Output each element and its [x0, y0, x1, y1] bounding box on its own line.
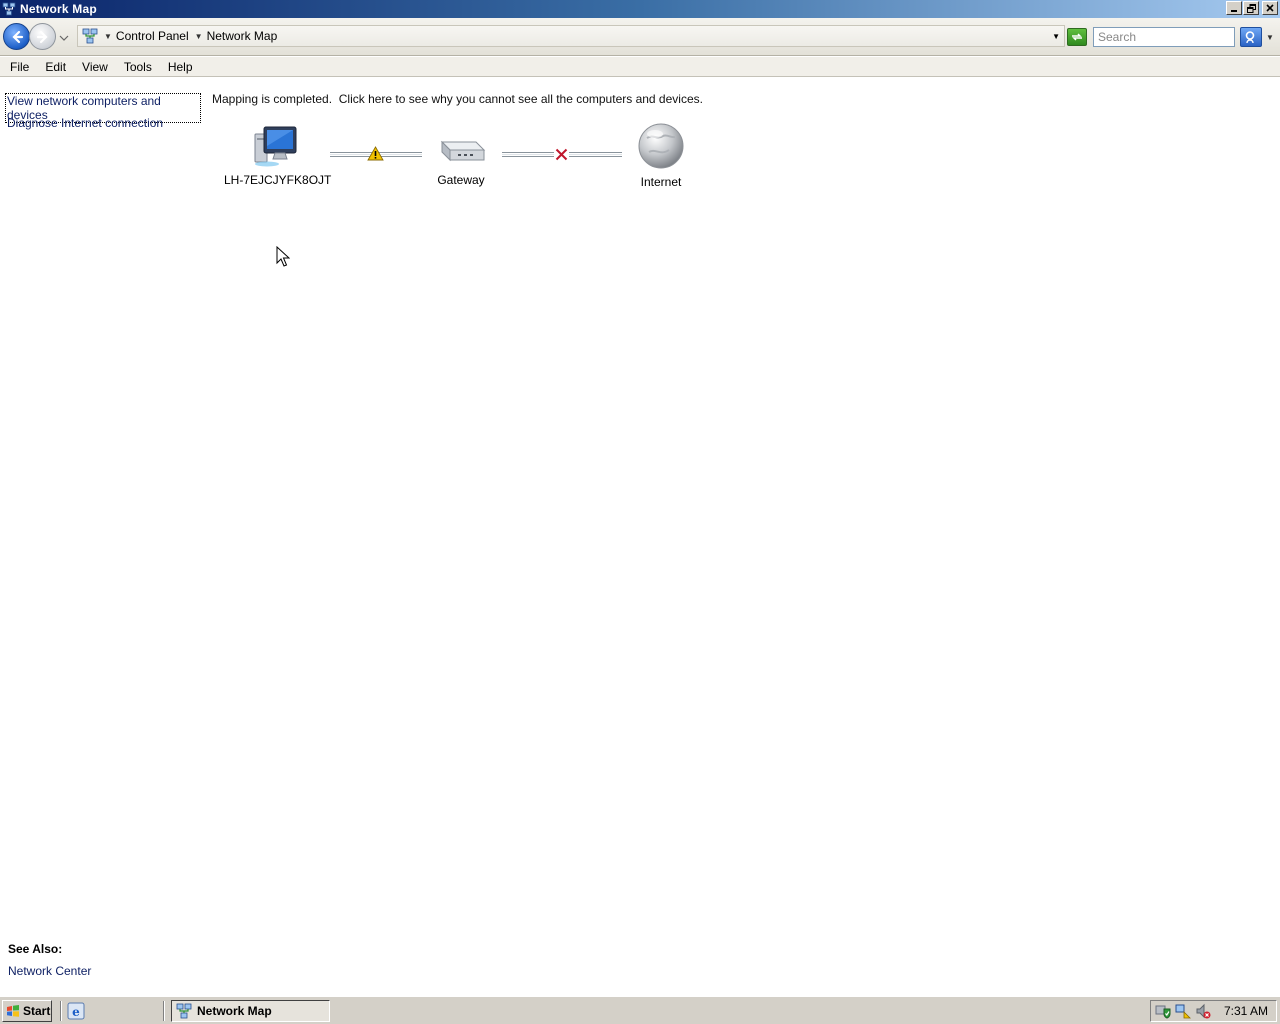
network-warning-tray-icon[interactable] [1175, 1003, 1191, 1019]
security-shield-icon[interactable] [1155, 1003, 1171, 1019]
crumb-separator-icon[interactable]: ▼ [104, 32, 112, 41]
minimize-icon [1231, 10, 1237, 12]
refresh-icon [1072, 33, 1082, 41]
menu-view[interactable]: View [74, 57, 116, 77]
internet-label: Internet [640, 175, 682, 189]
back-button[interactable] [3, 23, 30, 50]
control-panel-icon [82, 28, 98, 44]
map-node-computer[interactable]: LH-7EJCJYFK8OJT [224, 124, 332, 187]
minimize-button[interactable] [1226, 1, 1242, 15]
system-tray: 7:31 AM [1150, 1000, 1277, 1022]
address-history-dropdown-icon[interactable]: ▼ [1052, 32, 1060, 41]
start-button[interactable]: Start [2, 1000, 52, 1022]
tray-clock[interactable]: 7:31 AM [1224, 1004, 1268, 1018]
internet-explorer-icon[interactable]: e [67, 1002, 85, 1020]
task-pane: View network computers and devices Diagn… [0, 78, 201, 996]
mapping-status-text: Mapping is completed. [212, 92, 333, 106]
window-title: Network Map [20, 2, 97, 16]
broken-connection-icon[interactable] [554, 147, 569, 162]
why-cannot-see-link[interactable]: Click here to see why you cannot see all… [339, 92, 703, 106]
start-label: Start [23, 1004, 51, 1018]
mapping-status: Mapping is completed. Click here to see … [212, 92, 703, 106]
windows-flag-icon [7, 1005, 19, 1017]
network-center-link[interactable]: Network Center [8, 964, 91, 978]
menu-bar: File Edit View Tools Help [0, 57, 1280, 77]
map-node-gateway[interactable]: Gateway [428, 132, 494, 187]
close-button[interactable] [1262, 1, 1278, 15]
see-also-heading: See Also: [8, 942, 63, 956]
warning-icon[interactable] [367, 146, 384, 161]
diagnose-internet-link[interactable]: Diagnose Internet connection [7, 116, 163, 130]
menu-edit[interactable]: Edit [37, 57, 74, 77]
network-app-icon [2, 2, 16, 16]
gateway-icon [440, 140, 486, 162]
search-options-dropdown-icon[interactable]: ▼ [1266, 33, 1274, 42]
crumb-separator-icon[interactable]: ▼ [195, 32, 203, 41]
back-arrow-icon [11, 30, 23, 43]
search-input[interactable]: Search [1093, 27, 1235, 47]
breadcrumb-control-panel[interactable]: Control Panel [116, 29, 189, 43]
menu-tools[interactable]: Tools [116, 57, 160, 77]
taskbar-button-label: Network Map [197, 1004, 272, 1018]
taskbar-divider [163, 1001, 165, 1021]
breadcrumb-network-map[interactable]: Network Map [207, 29, 278, 43]
title-bar[interactable]: Network Map [0, 0, 1280, 18]
restore-icon [1246, 3, 1256, 13]
mouse-cursor-icon [276, 246, 290, 267]
forward-button[interactable] [29, 23, 56, 50]
address-box[interactable]: ▼ Control Panel ▼ Network Map ▼ [77, 25, 1065, 47]
computer-icon [254, 126, 297, 167]
gateway-label: Gateway [437, 173, 485, 187]
refresh-button[interactable] [1067, 28, 1087, 46]
forward-arrow-icon [36, 30, 48, 43]
search-icon [1245, 31, 1255, 44]
taskbar: Start e Network Map 7:31 AM [0, 996, 1280, 1024]
map-node-internet[interactable]: Internet [630, 122, 692, 189]
computer-label: LH-7EJCJYFK8OJT [224, 173, 332, 187]
volume-muted-icon[interactable] [1195, 1003, 1211, 1019]
globe-icon [638, 123, 684, 169]
quick-launch-divider [60, 1001, 62, 1021]
address-bar: ▼ Control Panel ▼ Network Map ▼ Search ▼ [0, 18, 1280, 56]
close-icon [1266, 4, 1274, 12]
svg-text:e: e [72, 1005, 80, 1019]
network-map-icon [176, 1003, 192, 1019]
menu-help[interactable]: Help [160, 57, 201, 77]
search-button[interactable] [1240, 27, 1262, 47]
menu-file[interactable]: File [0, 57, 37, 77]
restore-button[interactable] [1243, 1, 1259, 15]
recent-pages-dropdown-icon[interactable] [59, 33, 69, 43]
taskbar-button-network-map[interactable]: Network Map [171, 1000, 330, 1022]
